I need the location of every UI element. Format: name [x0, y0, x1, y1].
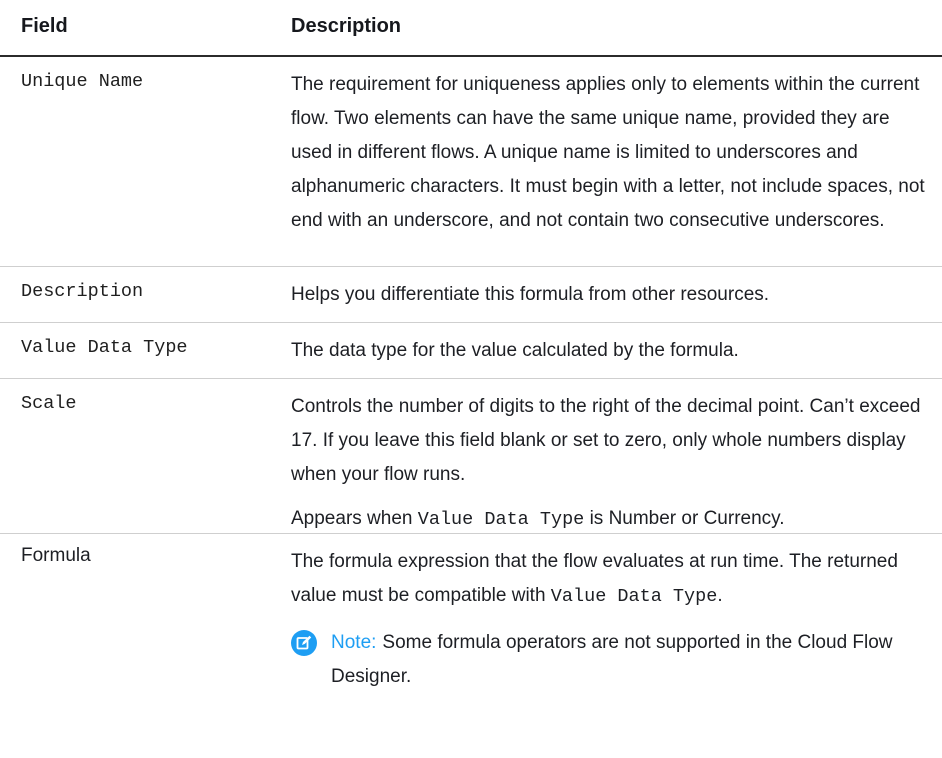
- field-name: Scale: [21, 393, 77, 414]
- description-text: The requirement for uniqueness applies o…: [291, 74, 925, 231]
- extra-suffix: is Number or Currency.: [589, 508, 785, 529]
- note-label: Note:: [331, 632, 377, 653]
- description-text: The formula expression that the flow eva…: [291, 545, 928, 614]
- field-description: The requirement for uniqueness applies o…: [291, 68, 942, 266]
- field-name: Formula: [21, 545, 91, 566]
- table-header: Field Description: [0, 0, 942, 57]
- description-extra: Appears when Value Data Type is Number o…: [291, 502, 928, 537]
- description-text: Controls the number of digits to the rig…: [291, 396, 921, 485]
- edit-note-icon: [291, 630, 317, 656]
- note-text: Some formula operators are not supported…: [331, 632, 893, 687]
- description-text: The data type for the value calculated b…: [291, 340, 739, 361]
- table-row: Unique Name The requirement for uniquene…: [0, 57, 942, 267]
- field-description: Helps you differentiate this formula fro…: [291, 278, 942, 322]
- field-name: Description: [21, 281, 144, 302]
- extra-prefix: Appears when: [291, 508, 413, 529]
- header-description: Description: [291, 15, 402, 37]
- field-name: Value Data Type: [21, 337, 188, 358]
- table-row: Description Helps you differentiate this…: [0, 267, 942, 323]
- table-row: Formula The formula expression that the …: [0, 534, 942, 757]
- inline-code: Value Data Type: [550, 586, 718, 607]
- note-content: Note: Some formula operators are not supp…: [331, 626, 928, 694]
- table-row: Scale Controls the number of digits to t…: [0, 379, 942, 534]
- description-text: Helps you differentiate this formula fro…: [291, 284, 770, 305]
- field-description: The data type for the value calculated b…: [291, 334, 942, 378]
- field-name: Unique Name: [21, 71, 144, 92]
- table-row: Value Data Type The data type for the va…: [0, 323, 942, 379]
- note-callout: Note: Some formula operators are not supp…: [291, 626, 928, 694]
- field-description: Controls the number of digits to the rig…: [291, 390, 942, 533]
- inline-code: Value Data Type: [417, 509, 585, 530]
- description-suffix: .: [717, 585, 723, 606]
- field-description-table: Field Description Unique Name The requir…: [0, 0, 942, 757]
- field-description: The formula expression that the flow eva…: [291, 545, 942, 757]
- header-field: Field: [21, 15, 68, 37]
